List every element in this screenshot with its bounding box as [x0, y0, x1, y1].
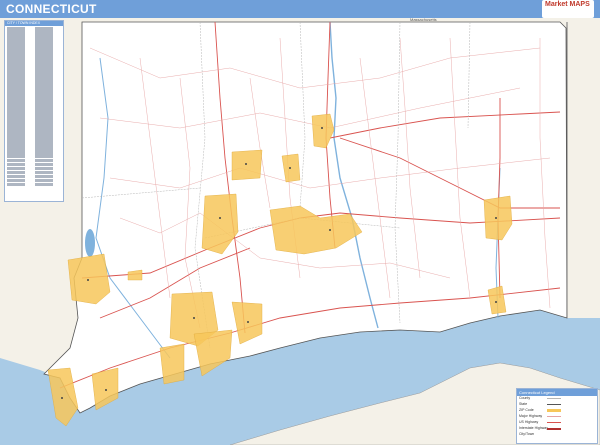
town-index-panel: CITY / TOWN INDEX	[4, 20, 64, 202]
map-header: CONNECTICUT Market MAPS	[0, 0, 600, 18]
legend-title: Connecticut Legend	[517, 389, 597, 396]
massachusetts-label: Massachusetts	[410, 18, 437, 22]
logo-brand: Market MAPS	[545, 1, 590, 8]
rhode-island-area	[567, 22, 600, 318]
urban-stratford	[160, 344, 184, 384]
map-title: CONNECTICUT	[6, 2, 97, 16]
map-legend: Connecticut Legend County State ZIP Code…	[516, 388, 598, 444]
index-column-right	[35, 27, 61, 187]
urban-torrington	[128, 270, 142, 280]
urban-danbury	[68, 254, 110, 304]
state-map[interactable]: Massachusetts	[0, 18, 600, 445]
publisher-logo: Market MAPS	[542, 0, 594, 18]
index-column-left	[7, 27, 33, 187]
legend-row-city: City/Town	[517, 432, 597, 438]
candlewood-lake	[85, 229, 95, 257]
index-title: CITY / TOWN INDEX	[5, 21, 63, 26]
urban-bristol	[232, 150, 262, 180]
